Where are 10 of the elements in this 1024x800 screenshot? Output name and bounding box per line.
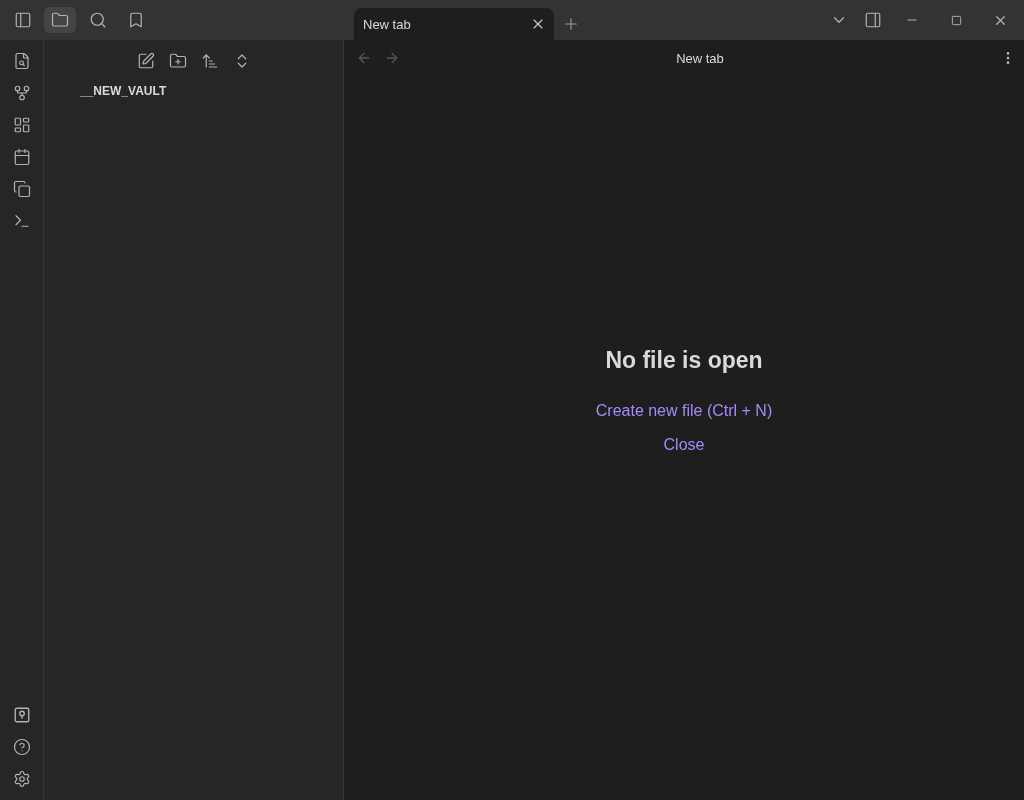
empty-state-title: No file is open bbox=[605, 346, 763, 374]
vault-icon bbox=[12, 706, 31, 724]
vault-name[interactable]: __NEW_VAULT bbox=[44, 74, 343, 98]
plus-icon[interactable] bbox=[562, 15, 580, 33]
action-link[interactable]: Close bbox=[663, 435, 705, 454]
folder-icon[interactable] bbox=[44, 7, 76, 33]
tab[interactable]: New tab bbox=[354, 8, 554, 40]
action-link[interactable]: Create new file (Ctrl + N) bbox=[595, 401, 773, 420]
view-title: New tab bbox=[675, 50, 725, 66]
tab-title: New tab bbox=[363, 16, 411, 32]
